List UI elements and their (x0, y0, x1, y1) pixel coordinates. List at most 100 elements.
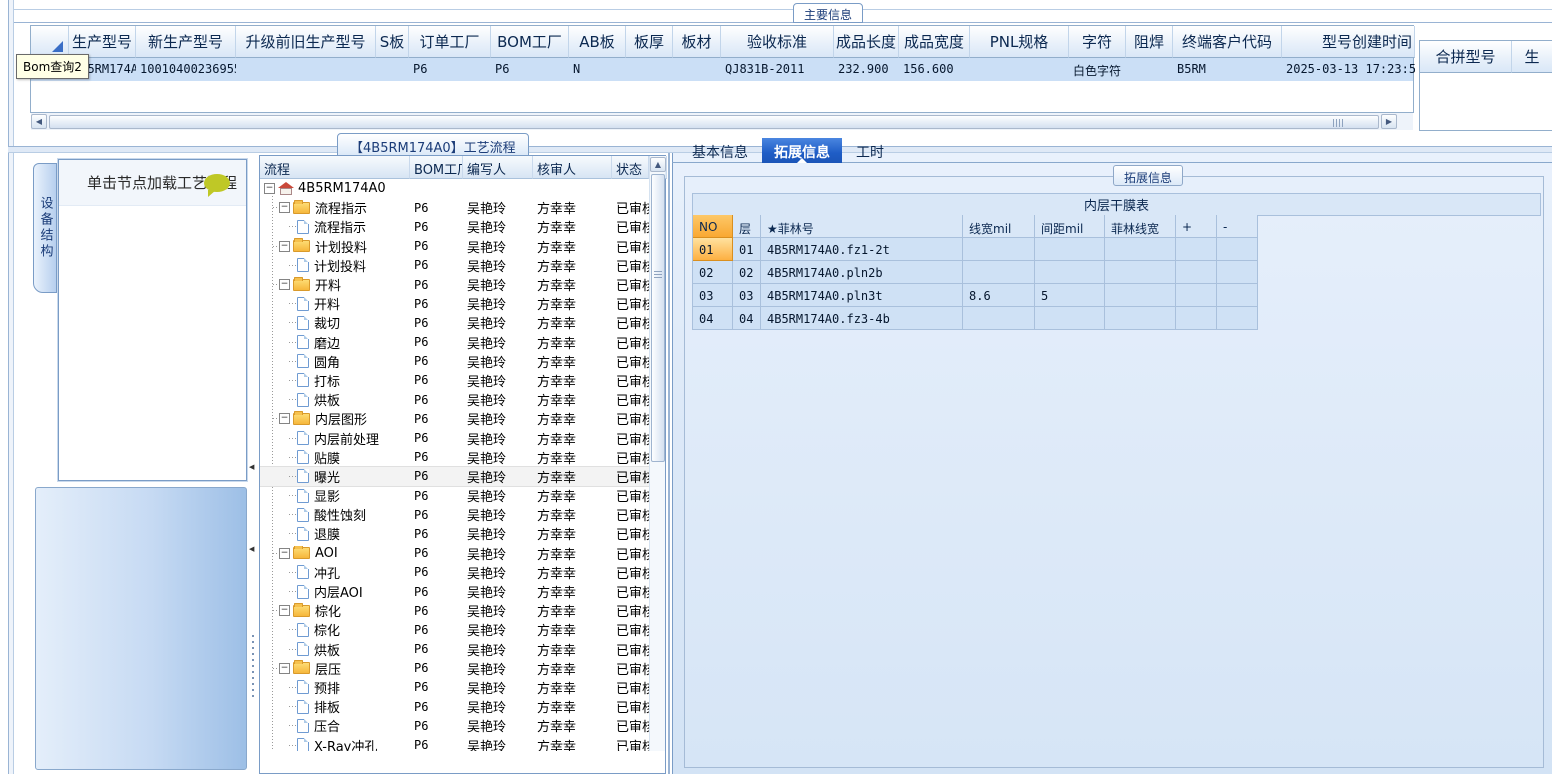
tree-row-内层图形[interactable]: − 内层图形 P6 吴艳玲 方幸幸 已审核 (260, 409, 665, 428)
tree-cell-reviewer[interactable]: 方幸幸 (533, 544, 612, 563)
film-column-header-6[interactable]: + (1176, 215, 1217, 238)
row-cell-3[interactable] (376, 58, 409, 81)
tree-cell-status[interactable]: 已审核 (612, 429, 649, 448)
tree-row-棕化[interactable]: 棕化 P6 吴艳玲 方幸幸 已审核 (260, 620, 665, 639)
tree-cell-reviewer[interactable]: 方幸幸 (533, 620, 612, 639)
vertical-splitter[interactable]: ◀ ◀ (247, 155, 259, 774)
tree-row-磨边[interactable]: 磨边 P6 吴艳玲 方幸幸 已审核 (260, 333, 665, 352)
tree-row-烘板[interactable]: 烘板 P6 吴艳玲 方幸幸 已审核 (260, 640, 665, 659)
tree-row-层压[interactable]: − 层压 P6 吴艳玲 方幸幸 已审核 (260, 659, 665, 678)
tree-cell-writer[interactable]: 吴艳玲 (463, 563, 533, 582)
tree-cell-reviewer[interactable]: 方幸幸 (533, 448, 612, 467)
tree-cell-factory[interactable]: P6 (410, 680, 463, 694)
tree-cell-status[interactable]: 已审核 (612, 563, 649, 582)
tree-cell-status[interactable]: 已审核 (612, 659, 649, 678)
expander-icon[interactable]: − (279, 662, 290, 674)
tree-cell-writer[interactable]: 吴艳玲 (463, 294, 533, 313)
tree-row-预排[interactable]: 预排 P6 吴艳玲 方幸幸 已审核 (260, 678, 665, 697)
splitter-collapse-icon[interactable]: ◀ (249, 463, 254, 471)
tree-cell-reviewer[interactable]: 方幸幸 (533, 640, 612, 659)
tree-cell-factory[interactable]: P6 (410, 220, 463, 234)
film-column-header-2[interactable]: ★菲林号 (761, 215, 963, 238)
tree-row-内层AOI[interactable]: 内层AOI P6 吴艳玲 方幸幸 已审核 (260, 582, 665, 601)
film-cell-3-7[interactable] (1217, 307, 1258, 330)
row-cell-6[interactable]: N (569, 58, 626, 81)
tree-cell-status[interactable]: 已审核 (612, 256, 649, 275)
tree-cell-factory[interactable]: P6 (410, 642, 463, 656)
film-row-1[interactable]: 02 02 4B5RM174A0.pln2b (693, 261, 1258, 284)
column-header-15[interactable]: 终端客户代码 (1173, 26, 1282, 58)
row-cell-1[interactable]: 10010400236955 (136, 58, 236, 81)
tree-row-计划投料[interactable]: 计划投料 P6 吴艳玲 方幸幸 已审核 (260, 256, 665, 275)
tree-cell-reviewer[interactable]: 方幸幸 (533, 582, 612, 601)
film-column-header-0[interactable]: NO (693, 215, 733, 238)
tree-row-开料[interactable]: − 开料 P6 吴艳玲 方幸幸 已审核 (260, 275, 665, 294)
tree-row-裁切[interactable]: 裁切 P6 吴艳玲 方幸幸 已审核 (260, 313, 665, 332)
tree-column-header-1[interactable]: BOM工厂 (410, 156, 463, 179)
film-cell-2-7[interactable] (1217, 284, 1258, 307)
expander-icon[interactable]: − (279, 279, 290, 291)
film-cell-0-7[interactable] (1217, 238, 1258, 261)
tree-cell-status[interactable]: 已审核 (612, 640, 649, 659)
tree-cell-status[interactable]: 已审核 (612, 313, 649, 332)
tree-cell-writer[interactable]: 吴艳玲 (463, 659, 533, 678)
tree-column-header-3[interactable]: 核审人 (533, 156, 612, 179)
tree-cell-writer[interactable]: 吴艳玲 (463, 505, 533, 524)
film-cell-3-2[interactable]: 4B5RM174A0.fz3-4b (761, 307, 963, 330)
tree-cell-status[interactable]: 已审核 (612, 524, 649, 543)
column-header-12[interactable]: PNL规格 (970, 26, 1069, 58)
tree-cell-reviewer[interactable]: 方幸幸 (533, 467, 612, 486)
film-cell-1-3[interactable] (963, 261, 1035, 284)
tree-cell-factory[interactable]: P6 (410, 719, 463, 733)
film-cell-1-5[interactable] (1105, 261, 1176, 284)
tree-cell-factory[interactable]: P6 (410, 393, 463, 407)
scroll-left-arrow-icon[interactable]: ◀ (31, 114, 47, 129)
tree-cell-writer[interactable]: 吴艳玲 (463, 275, 533, 294)
tree-row-压合[interactable]: 压合 P6 吴艳玲 方幸幸 已审核 (260, 716, 665, 735)
tree-row-排板[interactable]: 排板 P6 吴艳玲 方幸幸 已审核 (260, 697, 665, 716)
tree-cell-reviewer[interactable]: 方幸幸 (533, 601, 612, 620)
tree-cell-reviewer[interactable]: 方幸幸 (533, 333, 612, 352)
film-cell-0-3[interactable] (963, 238, 1035, 261)
column-header-4[interactable]: 订单工厂 (409, 26, 491, 58)
tree-cell-status[interactable]: 已审核 (612, 294, 649, 313)
tree-cell-factory[interactable]: P6 (410, 604, 463, 618)
row-cell-11[interactable]: 156.600 (899, 58, 970, 81)
tree-cell-factory[interactable]: P6 (410, 546, 463, 560)
tree-cell-factory[interactable]: P6 (410, 527, 463, 541)
tree-cell-factory[interactable]: P6 (410, 700, 463, 714)
tree-cell-reviewer[interactable]: 方幸幸 (533, 275, 612, 294)
tree-vscrollbar[interactable]: ▲ (649, 156, 666, 751)
expander-icon[interactable]: − (264, 183, 275, 195)
tree-cell-factory[interactable]: P6 (410, 335, 463, 349)
tree-cell-writer[interactable]: 吴艳玲 (463, 217, 533, 236)
film-cell-2-5[interactable] (1105, 284, 1176, 307)
film-column-header-7[interactable]: - (1217, 215, 1258, 238)
tree-row-烘板[interactable]: 烘板 P6 吴艳玲 方幸幸 已审核 (260, 390, 665, 409)
tree-cell-factory[interactable]: P6 (410, 431, 463, 445)
column-header-5[interactable]: BOM工厂 (491, 26, 569, 58)
tree-cell-factory[interactable]: P6 (410, 450, 463, 464)
film-cell-3-4[interactable] (1035, 307, 1105, 330)
tree-cell-writer[interactable]: 吴艳玲 (463, 352, 533, 371)
film-cell-3-3[interactable] (963, 307, 1035, 330)
tree-cell-factory[interactable]: P6 (410, 661, 463, 675)
tree-cell-status[interactable]: 已审核 (612, 716, 649, 735)
tree-cell-writer[interactable]: 吴艳玲 (463, 678, 533, 697)
film-row-0[interactable]: 01 01 4B5RM174A0.fz1-2t (693, 238, 1258, 261)
row-cell-7[interactable] (626, 58, 673, 81)
tree-row-曝光[interactable]: 曝光 P6 吴艳玲 方幸幸 已审核 (260, 465, 665, 488)
tree-cell-factory[interactable]: P6 (410, 201, 463, 215)
tree-cell-status[interactable]: 已审核 (612, 582, 649, 601)
tree-cell-status[interactable]: 已审核 (612, 237, 649, 256)
tree-cell-status[interactable]: 已审核 (612, 198, 649, 217)
hscroll-thumb[interactable] (49, 114, 1379, 129)
tree-cell-status[interactable]: 已审核 (612, 371, 649, 390)
tab-device-structure[interactable]: 设备结构 (33, 163, 57, 293)
vscroll-thumb[interactable] (650, 174, 665, 462)
tree-cell-factory[interactable]: P6 (410, 316, 463, 330)
tree-cell-status[interactable]: 已审核 (612, 409, 649, 428)
tree-cell-reviewer[interactable]: 方幸幸 (533, 294, 612, 313)
tree-row-冲孔[interactable]: 冲孔 P6 吴艳玲 方幸幸 已审核 (260, 563, 665, 582)
tree-cell-factory[interactable]: P6 (410, 354, 463, 368)
